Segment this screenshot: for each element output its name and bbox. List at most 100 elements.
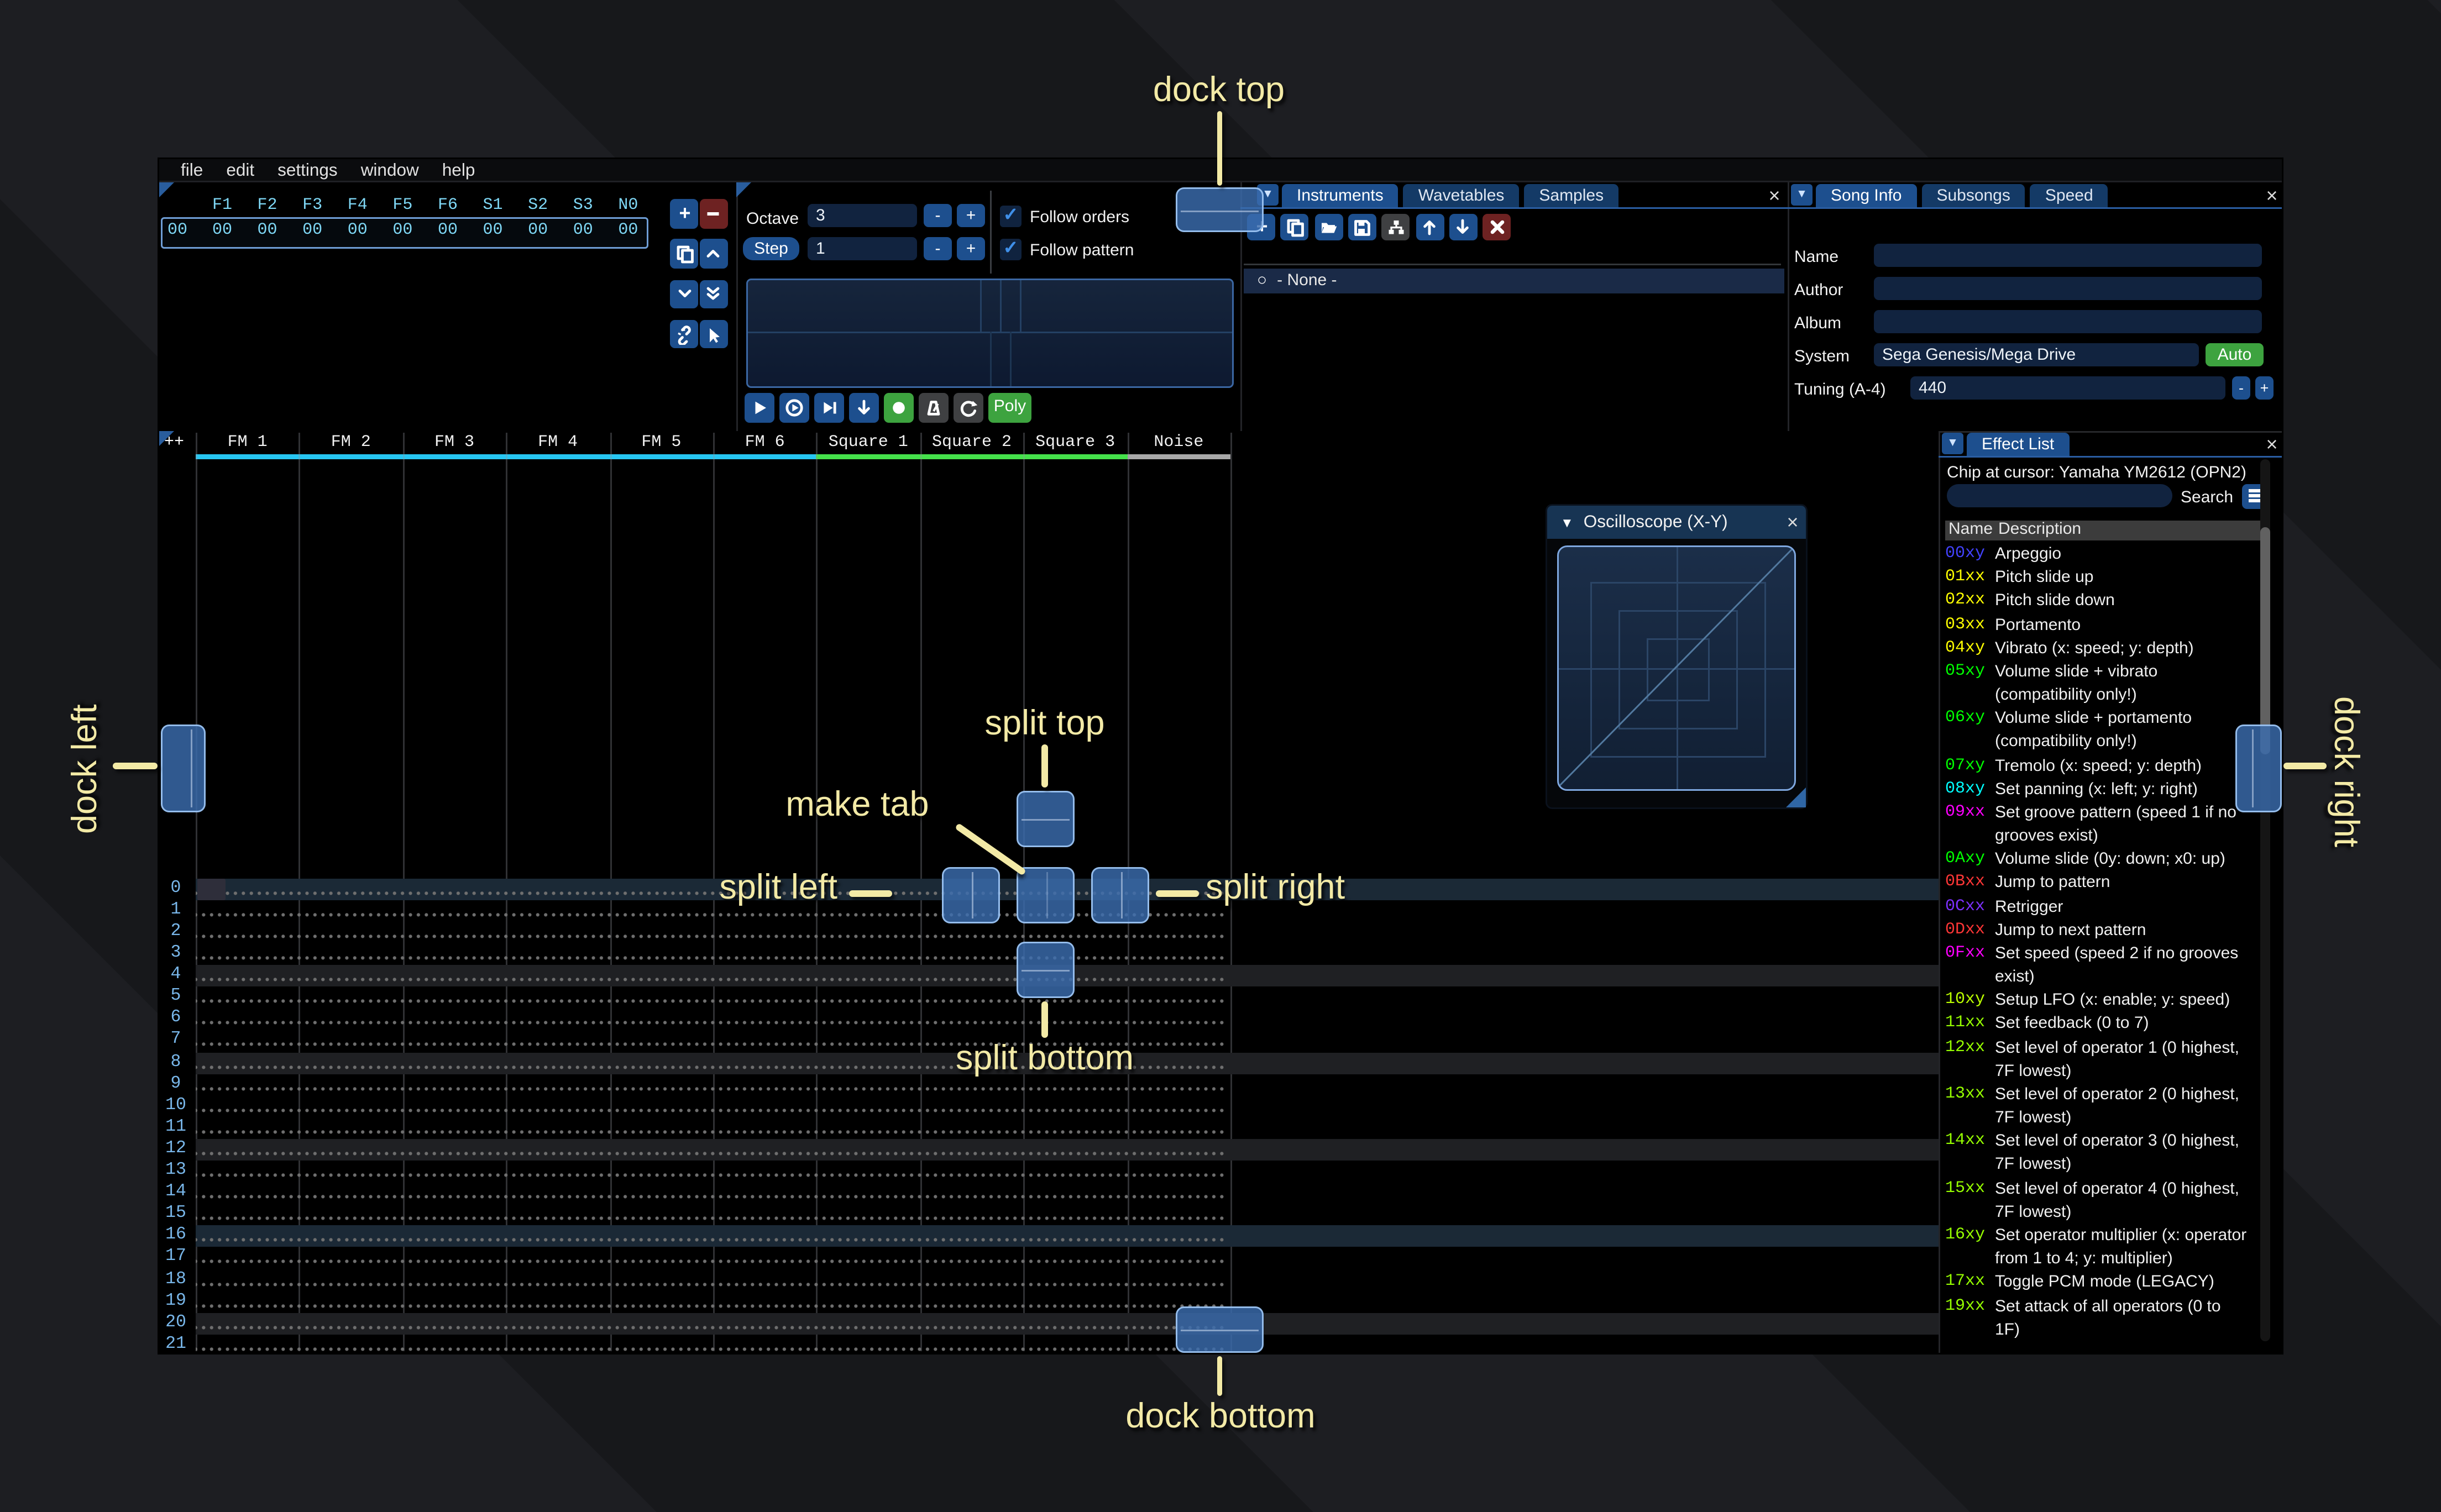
duplicate-button[interactable]: [670, 239, 698, 269]
panel-corner-wedge[interactable]: [159, 182, 174, 197]
panel-corner-wedge[interactable]: [736, 182, 751, 197]
system-input[interactable]: Sega Genesis/Mega Drive: [1874, 343, 2199, 366]
delete-instrument-button[interactable]: [1483, 214, 1511, 240]
order-cell[interactable]: 00: [291, 222, 334, 240]
effect-row-03xx[interactable]: 03xx Portamento: [1945, 615, 2267, 638]
remove-order-button[interactable]: [699, 199, 728, 228]
pattern-row[interactable]: 2: [171, 921, 1939, 943]
effect-row-02xx[interactable]: 02xx Pitch slide down: [1945, 591, 2267, 615]
effect-row-01xx[interactable]: 01xx Pitch slide up: [1945, 568, 2267, 591]
channel-header-fm-4[interactable]: FM 4: [506, 434, 610, 454]
channel-header-fm-6[interactable]: FM 6: [713, 434, 816, 454]
pattern-row[interactable]: 15: [165, 1204, 1939, 1226]
effect-row-10xy[interactable]: 10xy Setup LFO (x: enable; y: speed): [1945, 990, 2267, 1014]
order-cell[interactable]: 00: [516, 222, 559, 240]
arrow-up-instrument-button[interactable]: [1415, 214, 1444, 240]
effect-row-12xx[interactable]: 12xx Set level of operator 1 (0 highest, …: [1945, 1037, 2267, 1084]
arrow-down-instrument-button[interactable]: [1449, 214, 1478, 240]
tuning-input[interactable]: 440: [1910, 376, 2225, 400]
effect-row-0Dxx[interactable]: 0Dxx Jump to next pattern: [1945, 920, 2267, 943]
pattern-row[interactable]: 18: [165, 1269, 1939, 1291]
pattern-row[interactable]: 12: [165, 1138, 1939, 1161]
effect-row-0Axy[interactable]: 0Axy Volume slide (0y: down; x0: up): [1945, 849, 2267, 873]
cursor-button[interactable]: [699, 319, 728, 349]
menu-item-window[interactable]: window: [361, 160, 419, 180]
effect-row-04xy[interactable]: 04xy Vibrato (x: speed; y: depth): [1945, 638, 2267, 662]
channel-header-square-1[interactable]: Square 1: [816, 434, 920, 454]
dock-right-button[interactable]: [2235, 725, 2282, 812]
pattern-row[interactable]: 11: [165, 1117, 1939, 1139]
order-cell[interactable]: 00: [246, 222, 289, 240]
channel-header-noise[interactable]: Noise: [1127, 434, 1230, 454]
pattern-row[interactable]: 14: [165, 1182, 1939, 1204]
tab-subsongs[interactable]: Subsongs: [1921, 184, 2025, 207]
record-button[interactable]: [884, 393, 913, 422]
menu-item-settings[interactable]: settings: [277, 160, 338, 180]
pattern-row[interactable]: 10: [165, 1095, 1939, 1117]
menu-item-edit[interactable]: edit: [226, 160, 254, 180]
piano-preview[interactable]: [746, 279, 1234, 388]
close-icon[interactable]: ×: [1783, 512, 1803, 532]
duplicate-instrument-button[interactable]: [1280, 214, 1309, 240]
order-cell[interactable]: 00: [606, 222, 649, 240]
dock-left-button[interactable]: [161, 725, 206, 812]
oscilloscope-titlebar[interactable]: ▼ Oscilloscope (X-Y) ×: [1547, 506, 1806, 539]
tab-wavetables[interactable]: Wavetables: [1403, 184, 1520, 207]
effect-row-13xx[interactable]: 13xx Set level of operator 2 (0 highest, …: [1945, 1084, 2267, 1131]
tab-samples[interactable]: Samples: [1524, 184, 1619, 207]
follow-orders-checkbox[interactable]: ✓: [1000, 204, 1022, 227]
close-icon[interactable]: ×: [2262, 434, 2282, 454]
step-minus-button[interactable]: -: [924, 237, 952, 260]
effect-row-09xx[interactable]: 09xx Set groove pattern (speed 1 if no gr…: [1945, 802, 2267, 849]
add-order-button[interactable]: +: [670, 199, 698, 228]
album-input[interactable]: [1874, 310, 2262, 333]
edit-cursor-cell[interactable]: [197, 878, 226, 900]
name-input[interactable]: [1874, 244, 2262, 267]
channel-header-square-2[interactable]: Square 2: [920, 434, 1023, 454]
collapse-icon[interactable]: ▼: [1942, 433, 1963, 454]
split-right-button[interactable]: [1091, 867, 1149, 923]
add-channel-button[interactable]: ++: [164, 434, 184, 453]
effect-row-0Cxx[interactable]: 0Cxx Retrigger: [1945, 896, 2267, 920]
repeat-button[interactable]: [954, 393, 983, 422]
open-instrument-button[interactable]: [1314, 214, 1343, 240]
order-cell[interactable]: 00: [336, 222, 379, 240]
close-icon[interactable]: ×: [2262, 186, 2282, 206]
author-input[interactable]: [1874, 277, 2262, 300]
play-button[interactable]: [745, 393, 774, 422]
poly-button[interactable]: Poly: [988, 393, 1031, 422]
octave-plus-button[interactable]: +: [957, 204, 985, 227]
order-cell[interactable]: 00: [472, 222, 515, 240]
effect-row-0Bxx[interactable]: 0Bxx Jump to pattern: [1945, 873, 2267, 896]
pattern-row[interactable]: 6: [171, 1008, 1939, 1031]
effect-row-07xy[interactable]: 07xy Tremolo (x: speed; y: depth): [1945, 755, 2267, 779]
close-icon[interactable]: ×: [1764, 186, 1784, 206]
step-play-button[interactable]: [814, 393, 844, 422]
tuning-minus-button[interactable]: -: [2232, 376, 2250, 400]
effect-row-1Axx[interactable]: 1AxxSet attack of operator 1 (0 to 1F): [1945, 1343, 2267, 1345]
step-plus-button[interactable]: +: [957, 237, 985, 260]
step-input[interactable]: 1: [808, 237, 917, 260]
pattern-row[interactable]: 16: [165, 1225, 1939, 1248]
channel-header-fm-3[interactable]: FM 3: [402, 434, 506, 454]
effect-row-06xy[interactable]: 06xy Volume slide + portamento (compatibi…: [1945, 708, 2267, 755]
pattern-row[interactable]: 13: [165, 1161, 1939, 1183]
scrollbar-thumb[interactable]: [2259, 527, 2270, 754]
save-instrument-button[interactable]: [1348, 214, 1376, 240]
effect-row-16xy[interactable]: 16xy Set operator multiplier (x: operator…: [1945, 1225, 2267, 1272]
effect-row-00xy[interactable]: 00xy Arpeggio: [1945, 544, 2267, 568]
menu-item-file[interactable]: file: [181, 160, 203, 180]
pattern-row[interactable]: 19: [165, 1290, 1939, 1313]
effect-row-17xx[interactable]: 17xx Toggle PCM mode (LEGACY): [1945, 1272, 2267, 1296]
menu-item-help[interactable]: help: [442, 160, 475, 180]
channel-header-fm-2[interactable]: FM 2: [299, 434, 402, 454]
resize-grip-icon[interactable]: [1786, 788, 1806, 807]
octave-input[interactable]: 3: [808, 204, 917, 227]
effect-row-19xx[interactable]: 19xx Set attack of all operators (0 to 1F…: [1945, 1296, 2267, 1343]
chevron-up-button[interactable]: [699, 239, 728, 269]
order-cell[interactable]: 00: [562, 222, 605, 240]
effect-row-11xx[interactable]: 11xx Set feedback (0 to 7): [1945, 1014, 2267, 1037]
unlink-button[interactable]: [670, 319, 698, 349]
collapse-icon[interactable]: ▼: [1560, 515, 1574, 530]
pattern-row[interactable]: 17: [165, 1247, 1939, 1269]
